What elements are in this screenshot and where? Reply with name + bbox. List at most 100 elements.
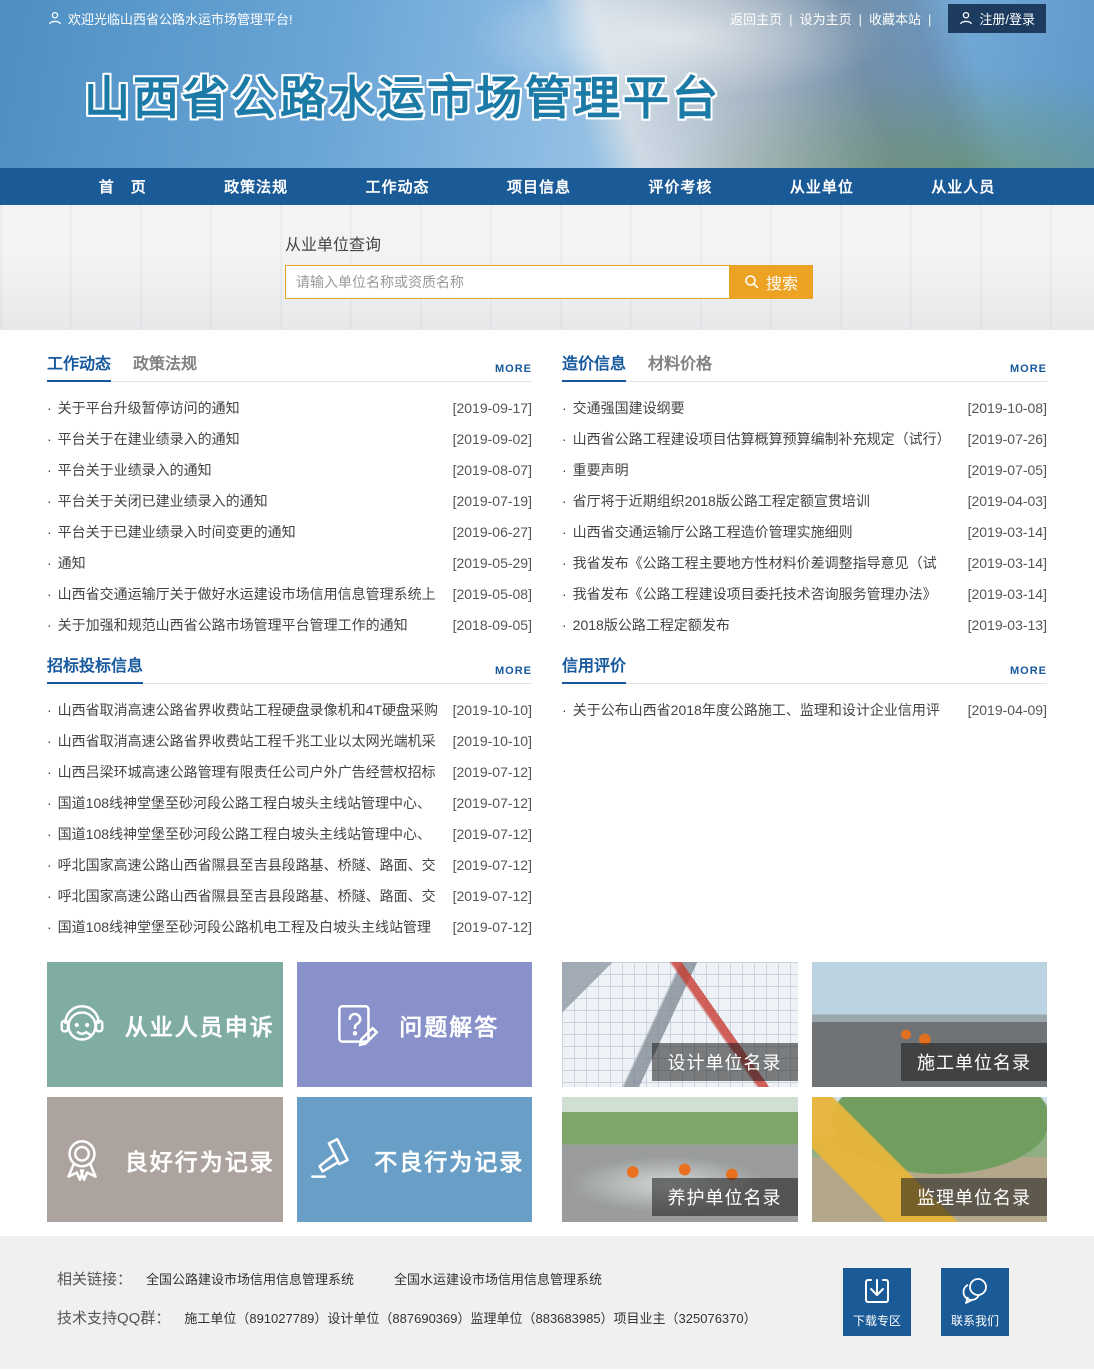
news-item: 我省发布《公路工程建设项目委托技术咨询服务管理办法》 [2019-03-14] [562,578,1047,609]
news-item-date: [2019-04-09] [968,702,1047,718]
news-item-title[interactable]: 关于公布山西省2018年度公路施工、监理和设计企业信用评 [562,700,960,720]
news-item-title[interactable]: 山西吕梁环城高速公路管理有限责任公司户外广告经营权招标 [47,762,445,782]
design-units-photo-card[interactable]: 设计单位名录 [562,962,798,1087]
news-item-title[interactable]: 2018版公路工程定额发布 [562,615,960,635]
question-note-icon [329,998,383,1052]
section-cost-info: 造价信息 材料价格 MORE 交通强国建设纲要 [2019-10-08] 山西省公… [562,352,1047,640]
tab-work-news[interactable]: 工作动态 [47,350,111,382]
contact-us-button[interactable]: 联系我们 [941,1268,1009,1336]
tab-policy[interactable]: 政策法规 [133,350,197,381]
news-item-title[interactable]: 国道108线神堂堡至砂河段公路工程白坡头主线站管理中心、 [47,824,445,844]
set-homepage-link[interactable]: 设为主页 [800,9,869,28]
news-item-date: [2019-06-27] [453,524,532,540]
nav-item-policy[interactable]: 政策法规 [224,176,288,197]
maintenance-units-photo-card[interactable]: 养护单位名录 [562,1097,798,1222]
news-item: 省厅将于近期组织2018版公路工程定额宣贯培训 [2019-04-03] [562,485,1047,516]
home-return-link[interactable]: 返回主页 [730,9,799,28]
news-item-date: [2019-07-26] [968,431,1047,447]
news-item-title[interactable]: 平台关于业绩录入的通知 [47,460,445,480]
news-item-date: [2019-03-14] [968,524,1047,540]
news-item: 平台关于关闭已建业绩录入的通知[2019-07-19] [47,485,532,516]
search-button[interactable]: 搜索 [729,265,813,299]
more-link-bidding[interactable]: MORE [495,665,532,683]
nav-item-project-info[interactable]: 项目信息 [507,176,571,197]
footer: 相关链接： 全国公路建设市场信用信息管理系统 全国水运建设市场信用信息管理系统 … [0,1236,1094,1369]
news-item-title[interactable]: 呼北国家高速公路山西省隰县至吉县段路基、桥隧、路面、交 [47,855,445,875]
photo-caption: 养护单位名录 [652,1178,798,1216]
tab-material-price[interactable]: 材料价格 [648,350,712,381]
news-item-date: [2018-09-05] [453,617,532,633]
good-behavior-tile[interactable]: 良好行为记录 [47,1097,283,1222]
bad-behavior-tile[interactable]: 不良行为记录 [297,1097,533,1222]
headset-person-icon [55,998,109,1052]
topbar-links: 返回主页 设为主页 收藏本站 注册/登录 [730,4,1046,33]
tab-credit-evaluation[interactable]: 信用评价 [562,652,626,684]
national-highway-credit-link[interactable]: 全国公路建设市场信用信息管理系统 [146,1269,354,1288]
news-item-title[interactable]: 山西省取消高速公路省界收费站工程千兆工业以太网光端机采 [47,731,445,751]
more-link-cost-info[interactable]: MORE [1010,363,1047,381]
news-item: 通知[2019-05-29] [47,547,532,578]
nav-item-personnel[interactable]: 从业人员 [931,176,995,197]
person-icon [959,11,973,25]
news-item-title[interactable]: 山西省交通运输厅公路工程造价管理实施细则 [562,522,960,542]
news-item-title[interactable]: 通知 [47,553,445,573]
more-link-work-news[interactable]: MORE [495,363,532,381]
news-item-date: [2019-07-12] [453,795,532,811]
site-title: 山西省公路水运市场管理平台 [84,62,1094,128]
related-links-label: 相关链接： [57,1268,132,1289]
news-item-date: [2019-07-12] [453,919,532,935]
news-item-title[interactable]: 山西省交通运输厅关于做好水运建设市场信用信息管理系统上 [47,584,445,604]
news-item-title[interactable]: 省厅将于近期组织2018版公路工程定额宣贯培训 [562,491,960,511]
news-item-title[interactable]: 我省发布《公路工程建设项目委托技术咨询服务管理办法》 [562,584,960,604]
main-content: 工作动态 政策法规 MORE 关于平台升级暂停访问的通知[2019-09-17]… [47,330,1047,1222]
medal-icon [55,1133,109,1187]
news-item-date: [2019-09-02] [453,431,532,447]
construction-units-photo-card[interactable]: 施工单位名录 [812,962,1048,1087]
news-item: 呼北国家高速公路山西省隰县至吉县段路基、桥隧、路面、交[2019-07-12] [47,849,532,880]
credit-list: 关于公布山西省2018年度公路施工、监理和设计企业信用评 [2019-04-09] [562,684,1047,725]
nav-item-units[interactable]: 从业单位 [790,176,854,197]
bidding-list: 山西省取消高速公路省界收费站工程硬盘录像机和4T硬盘采购[2019-10-10]… [47,684,532,942]
person-icon [48,11,62,25]
nav-item-work-news[interactable]: 工作动态 [366,176,430,197]
news-item-title[interactable]: 山西省公路工程建设项目估算概算预算编制补充规定（试行） [562,429,960,449]
news-item-title[interactable]: 重要声明 [562,460,960,480]
national-waterway-credit-link[interactable]: 全国水运建设市场信用信息管理系统 [394,1269,602,1288]
news-item-title[interactable]: 国道108线神堂堡至砂河段公路工程白坡头主线站管理中心、 [47,793,445,813]
section-work-news: 工作动态 政策法规 MORE 关于平台升级暂停访问的通知[2019-09-17]… [47,352,532,640]
news-item-title[interactable]: 平台关于已建业绩录入时间变更的通知 [47,522,445,542]
personnel-appeal-tile[interactable]: 从业人员申诉 [47,962,283,1087]
nav-item-home[interactable]: 首 页 [99,176,147,197]
news-item-title[interactable]: 山西省取消高速公路省界收费站工程硬盘录像机和4T硬盘采购 [47,700,445,720]
news-item-date: [2019-05-08] [453,586,532,602]
news-item: 我省发布《公路工程主要地方性材料价差调整指导意见（试 [2019-03-14] [562,547,1047,578]
news-item-title[interactable]: 平台关于在建业绩录入的通知 [47,429,445,449]
news-item-date: [2019-10-08] [968,400,1047,416]
news-item-date: [2019-03-14] [968,586,1047,602]
nav-item-evaluation[interactable]: 评价考核 [648,176,712,197]
tab-bidding[interactable]: 招标投标信息 [47,652,143,684]
news-item: 重要声明[2019-07-05] [562,454,1047,485]
unit-search-input[interactable] [285,265,729,299]
news-item-date: [2019-03-14] [968,555,1047,571]
news-item-title[interactable]: 我省发布《公路工程主要地方性材料价差调整指导意见（试 [562,553,960,573]
tab-cost-info[interactable]: 造价信息 [562,350,626,382]
download-zone-button[interactable]: 下载专区 [843,1268,911,1336]
news-item-title[interactable]: 交通强国建设纲要 [562,398,960,418]
qa-tile[interactable]: 问题解答 [297,962,533,1087]
section-bidding: 招标投标信息 MORE 山西省取消高速公路省界收费站工程硬盘录像机和4T硬盘采购… [47,654,532,942]
news-item-title[interactable]: 国道108线神堂堡至砂河段公路机电工程及白坡头主线站管理 [47,917,445,937]
section-credit-evaluation: 信用评价 MORE 关于公布山西省2018年度公路施工、监理和设计企业信用评 [2… [562,654,1047,942]
supervision-units-photo-card[interactable]: 监理单位名录 [812,1097,1048,1222]
more-link-credit[interactable]: MORE [1010,665,1047,683]
bookmark-site-link[interactable]: 收藏本站 [869,9,938,28]
news-item-date: [2019-04-03] [968,493,1047,509]
news-item: 平台关于已建业绩录入时间变更的通知 [2019-06-27] [47,516,532,547]
news-item: 山西省交通运输厅公路工程造价管理实施细则 [2019-03-14] [562,516,1047,547]
news-item-title[interactable]: 关于平台升级暂停访问的通知 [47,398,445,418]
register-login-button[interactable]: 注册/登录 [948,4,1046,33]
qq-groups-text: 施工单位（891027789）设计单位（887690369）监理单位（88368… [184,1308,756,1327]
news-item-title[interactable]: 平台关于关闭已建业绩录入的通知 [47,491,445,511]
news-item-title[interactable]: 呼北国家高速公路山西省隰县至吉县段路基、桥隧、路面、交 [47,886,445,906]
news-item-title[interactable]: 关于加强和规范山西省公路市场管理平台管理工作的通知 [47,615,445,635]
